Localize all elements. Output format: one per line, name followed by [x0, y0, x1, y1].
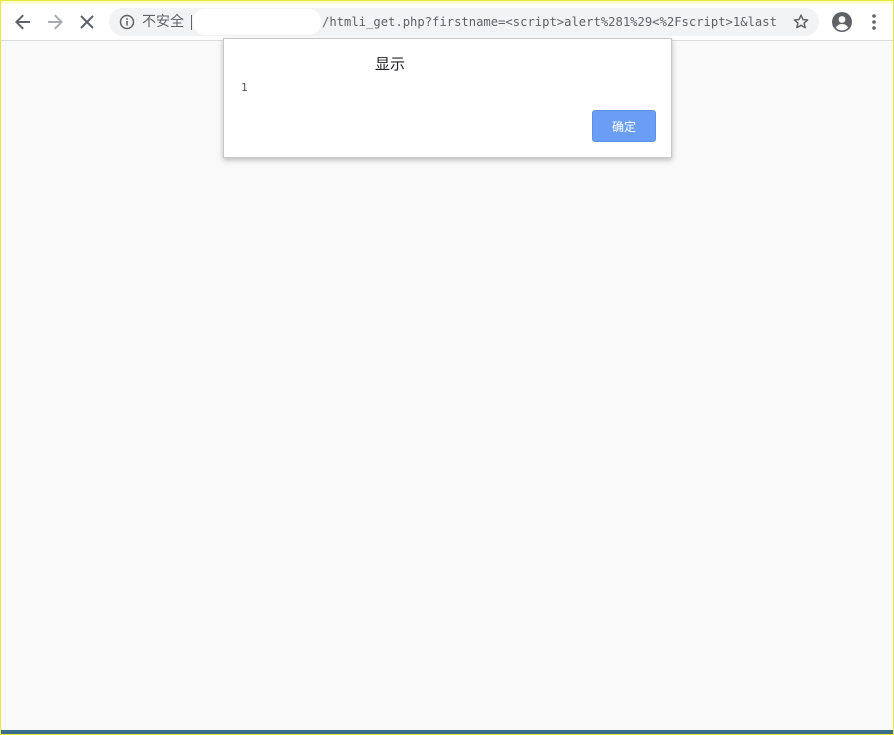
info-icon[interactable] [119, 14, 135, 30]
close-icon [80, 15, 94, 29]
star-icon[interactable] [792, 13, 810, 31]
alert-dialog: 显示 1 确定 [223, 38, 672, 158]
back-button[interactable] [10, 9, 36, 35]
address-bar[interactable]: 不安全 /htmli_get.php?firstname=<script>ale… [109, 8, 819, 36]
ok-button[interactable]: 确定 [592, 110, 656, 142]
forward-arrow-icon [48, 14, 63, 30]
back-arrow-icon [15, 14, 30, 30]
stop-button[interactable] [74, 9, 100, 35]
dialog-message: 1 [241, 81, 248, 94]
account-icon[interactable] [831, 11, 853, 33]
more-vert-icon[interactable] [865, 12, 883, 32]
security-status-label[interactable]: 不安全 [142, 8, 184, 36]
dialog-title: 显示 [374, 55, 405, 73]
browser-toolbar: 不安全 /htmli_get.php?firstname=<script>ale… [1, 1, 893, 41]
url-text[interactable]: /htmli_get.php?firstname=<script>alert%2… [322, 8, 777, 36]
redacted-host [193, 9, 321, 35]
tab-strip-edge [1, 1, 893, 4]
taskbar-edge [1, 730, 893, 734]
browser-window: { "browser": { "security_label": "不安全", … [0, 0, 894, 735]
forward-button[interactable] [42, 9, 68, 35]
separator [191, 15, 192, 30]
